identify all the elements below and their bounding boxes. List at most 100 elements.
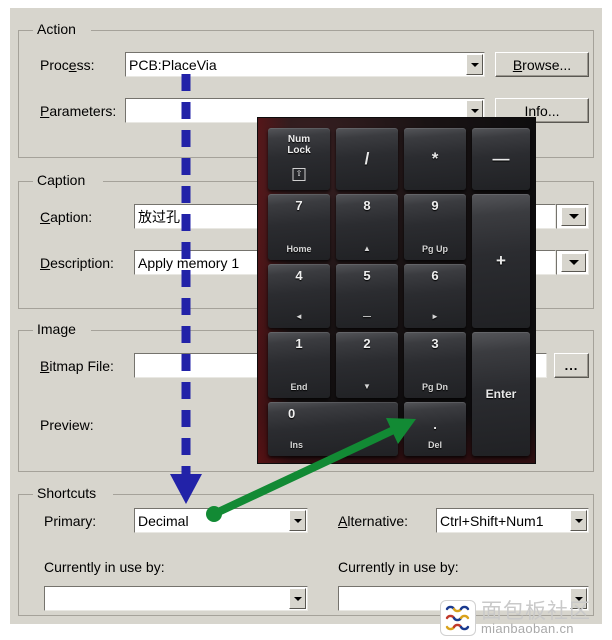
numpad-key-divide: / bbox=[336, 128, 398, 190]
group-top-left-rule bbox=[19, 181, 33, 182]
alternative-shortcut-value: Ctrl+Shift+Num1 bbox=[440, 512, 544, 529]
group-top-left-rule bbox=[19, 30, 33, 31]
watermark-logo-icon bbox=[440, 600, 476, 636]
numpad-key-3-sublabel: Pg Dn bbox=[422, 382, 448, 392]
numpad-key-numlock-label: Num Lock bbox=[287, 134, 311, 156]
primary-label: Primary: bbox=[44, 513, 96, 529]
bitmap-browse-label: ... bbox=[564, 358, 579, 373]
group-top-left-rule bbox=[19, 330, 33, 331]
caption-dropdown[interactable] bbox=[556, 204, 589, 229]
browse-accel: B bbox=[512, 56, 523, 73]
numpad-key-multiply: * bbox=[404, 128, 466, 190]
parameters-label: Parameters: bbox=[40, 103, 116, 119]
numpad-key-decimal: . Del bbox=[404, 402, 466, 456]
process-label-post: ss: bbox=[76, 57, 95, 73]
numpad-key-5-label: 5 bbox=[363, 268, 371, 283]
numpad-key-decimal-sublabel: Del bbox=[427, 440, 442, 450]
browse-button[interactable]: Browse... bbox=[495, 52, 589, 77]
numpad-key-7-label: 7 bbox=[295, 198, 303, 213]
alternative-label-accel: A bbox=[338, 513, 348, 529]
caption-label: Caption: bbox=[40, 209, 92, 225]
watermark-text: 面包板社区 mianbaoban.cn bbox=[481, 600, 591, 636]
numpad-key-plus-label: + bbox=[496, 251, 506, 270]
group-caption-title: Caption bbox=[33, 172, 90, 188]
caption-label-accel: C bbox=[40, 209, 51, 225]
description-label-post: escription: bbox=[50, 255, 114, 271]
parameters-label-accel: P bbox=[40, 103, 50, 119]
chevron-down-icon[interactable] bbox=[561, 207, 586, 226]
numpad-key-6: 6 ► bbox=[404, 264, 466, 328]
bitmap-file-label: Bitmap File: bbox=[40, 358, 114, 374]
numpad-key-multiply-label: * bbox=[431, 149, 439, 168]
bitmap-label-post: itmap File: bbox=[49, 358, 114, 374]
process-label-pre: Proc bbox=[40, 57, 69, 73]
watermark-en: mianbaoban.cn bbox=[481, 620, 574, 636]
numpad-key-minus: — bbox=[472, 128, 530, 190]
numpad-key-3-label: 3 bbox=[431, 336, 439, 351]
numpad-key-7-sublabel: Home bbox=[286, 244, 312, 254]
numpad-key-numlock: Num Lock ⇧ bbox=[268, 128, 330, 190]
caption-input-value: 放过孔 bbox=[138, 209, 180, 226]
numpad-key-7: 7 Home bbox=[268, 194, 330, 260]
numpad-key-9-label: 9 bbox=[431, 198, 439, 213]
chevron-down-icon[interactable] bbox=[570, 510, 587, 531]
numpad-key-9: 9 Pg Up bbox=[404, 194, 466, 260]
group-shortcuts-title: Shortcuts bbox=[33, 485, 101, 501]
site-watermark: 面包板社区 mianbaoban.cn bbox=[440, 598, 608, 638]
numpad-key-0-sublabel: Ins bbox=[290, 440, 304, 450]
preview-label: Preview: bbox=[40, 417, 94, 433]
alternative-label: Alternative: bbox=[338, 513, 408, 529]
process-label: Process: bbox=[40, 57, 94, 73]
process-combo[interactable]: PCB:PlaceVia bbox=[125, 52, 485, 77]
primary-in-use-combo[interactable] bbox=[44, 586, 308, 611]
numpad-key-6-label: 6 bbox=[431, 268, 439, 283]
numpad-key-decimal-label: . bbox=[433, 417, 437, 432]
bitmap-label-accel: B bbox=[40, 358, 50, 374]
preview-label-text: Preview: bbox=[40, 417, 94, 433]
description-dropdown[interactable] bbox=[556, 250, 589, 275]
process-combo-value: PCB:PlaceVia bbox=[129, 56, 217, 73]
description-label-accel: D bbox=[40, 255, 51, 271]
numpad-key-6-sublabel: ► bbox=[431, 312, 439, 321]
numpad-key-3: 3 Pg Dn bbox=[404, 332, 466, 398]
alternative-in-use-label: Currently in use by: bbox=[338, 559, 459, 575]
parameters-label-post: arameters: bbox=[49, 103, 117, 119]
alternative-shortcut-combo[interactable]: Ctrl+Shift+Num1 bbox=[436, 508, 589, 533]
numpad-key-4: 4 ◄ bbox=[268, 264, 330, 328]
group-top-left-rule bbox=[19, 494, 33, 495]
chevron-down-icon[interactable] bbox=[561, 253, 586, 272]
primary-in-use-value bbox=[48, 587, 287, 610]
numpad-key-2: 2 ▼ bbox=[336, 332, 398, 398]
group-top-right-rule bbox=[113, 494, 593, 495]
chevron-down-icon[interactable] bbox=[466, 54, 483, 75]
browse-label: rowse... bbox=[522, 56, 572, 73]
numpad-key-4-label: 4 bbox=[295, 268, 303, 283]
caption-label-post: aption: bbox=[50, 209, 93, 225]
alternative-label-post: lternative: bbox=[347, 513, 409, 529]
group-action-title: Action bbox=[33, 21, 80, 37]
numpad-key-enter-label: Enter bbox=[485, 387, 517, 401]
group-top-right-rule bbox=[91, 30, 593, 31]
primary-label-text: Primary: bbox=[44, 513, 97, 529]
description-input-value: Apply memory 1 bbox=[138, 254, 240, 271]
primary-shortcut-value: Decimal bbox=[138, 512, 189, 529]
alternative-in-use-label-text: Currently in use by: bbox=[338, 559, 459, 575]
numpad-key-divide-label: / bbox=[364, 149, 370, 168]
bitmap-browse-button[interactable]: ... bbox=[554, 353, 589, 378]
numpad-key-minus-label: — bbox=[492, 149, 510, 168]
numpad-photo-overlay: Num Lock ⇧ / * — 7 Home 8 ▲ 9 Pg Up + 4 … bbox=[258, 118, 535, 463]
numlock-indicator-icon: ⇧ bbox=[292, 168, 306, 181]
primary-in-use-label: Currently in use by: bbox=[44, 559, 165, 575]
numpad-key-1: 1 End bbox=[268, 332, 330, 398]
primary-shortcut-combo[interactable]: Decimal bbox=[134, 508, 308, 533]
chevron-down-icon[interactable] bbox=[289, 510, 306, 531]
numpad-key-8-label: 8 bbox=[363, 198, 371, 213]
info-label: nfo... bbox=[528, 102, 560, 119]
primary-in-use-label-text: Currently in use by: bbox=[44, 559, 165, 575]
numpad-key-0: 0 Ins bbox=[268, 402, 398, 456]
numpad-key-1-sublabel: End bbox=[290, 382, 308, 392]
numpad-key-4-sublabel: ◄ bbox=[295, 312, 303, 321]
numpad-key-8-sublabel: ▲ bbox=[363, 244, 371, 253]
numpad-key-enter: Enter bbox=[472, 332, 530, 456]
chevron-down-icon[interactable] bbox=[289, 588, 306, 609]
